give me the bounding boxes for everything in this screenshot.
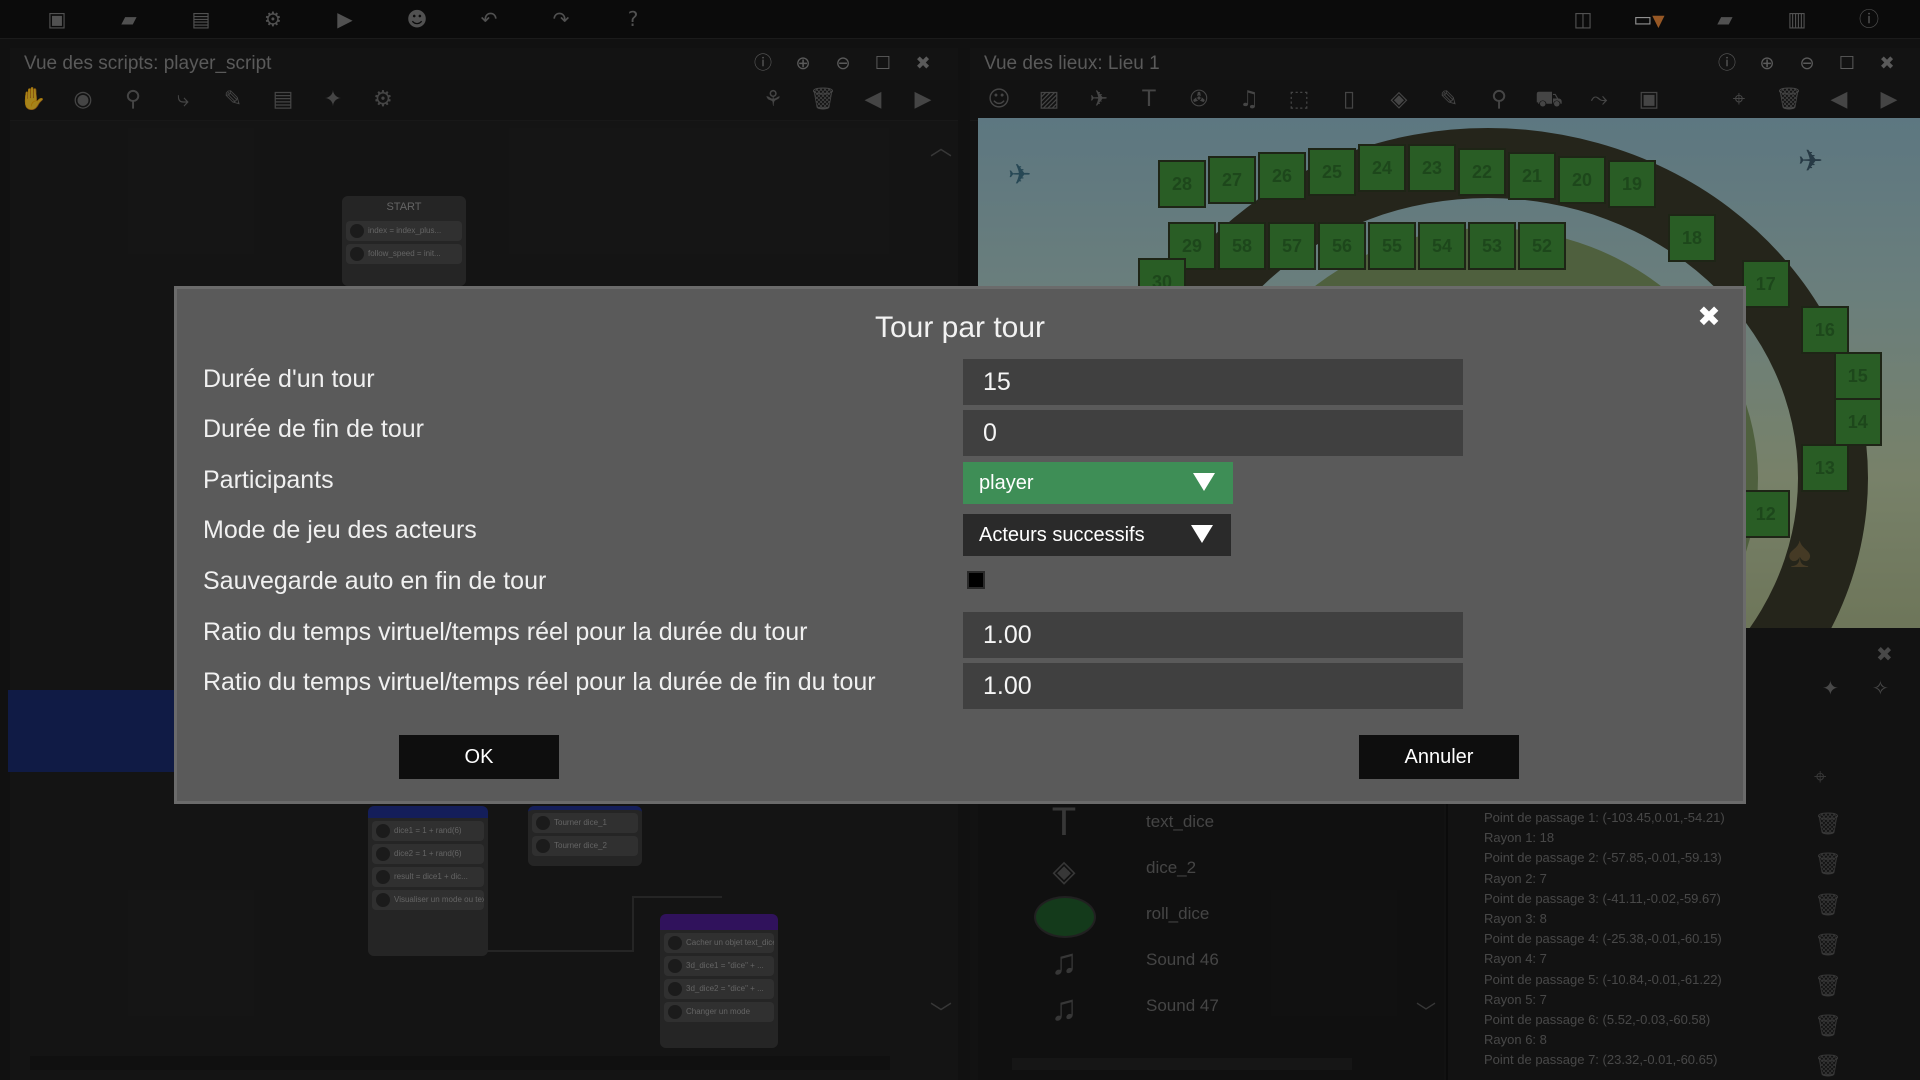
close-icon[interactable]: ✖ (1693, 301, 1725, 333)
participants-selected: player (979, 472, 1034, 494)
actor-mode-label: Mode de jeu des acteurs (203, 516, 477, 544)
autosave-label: Sauvegarde auto en fin de tour (203, 567, 547, 595)
dialog-title: Tour par tour (874, 311, 1046, 344)
ratio-end-turn-label: Ratio du temps virtuel/temps réel pour l… (203, 668, 876, 696)
participants-label: Participants (203, 466, 334, 494)
actor-mode-selected: Acteurs successifs (979, 524, 1145, 546)
turn-duration-field[interactable] (963, 359, 1463, 405)
ratio-turn-label: Ratio du temps virtuel/temps réel pour l… (203, 618, 808, 646)
end-turn-duration-field[interactable] (963, 410, 1463, 456)
turn-duration-label: Durée d'un tour (203, 365, 375, 393)
actor-mode-dropdown[interactable]: Acteurs successifs (963, 514, 1231, 556)
ratio-end-turn-field[interactable] (963, 663, 1463, 709)
ok-button[interactable]: OK (399, 735, 559, 779)
autosave-checkbox[interactable] (967, 571, 985, 589)
cancel-button[interactable]: Annuler (1359, 735, 1519, 779)
turn-by-turn-dialog: Tour par tour ✖ Durée d'un tour Durée de… (174, 286, 1746, 804)
participants-dropdown[interactable]: player (963, 462, 1233, 504)
ratio-turn-field[interactable] (963, 612, 1463, 658)
end-turn-duration-label: Durée de fin de tour (203, 415, 424, 443)
chevron-down-icon (1193, 473, 1215, 491)
chevron-down-icon (1191, 525, 1213, 543)
